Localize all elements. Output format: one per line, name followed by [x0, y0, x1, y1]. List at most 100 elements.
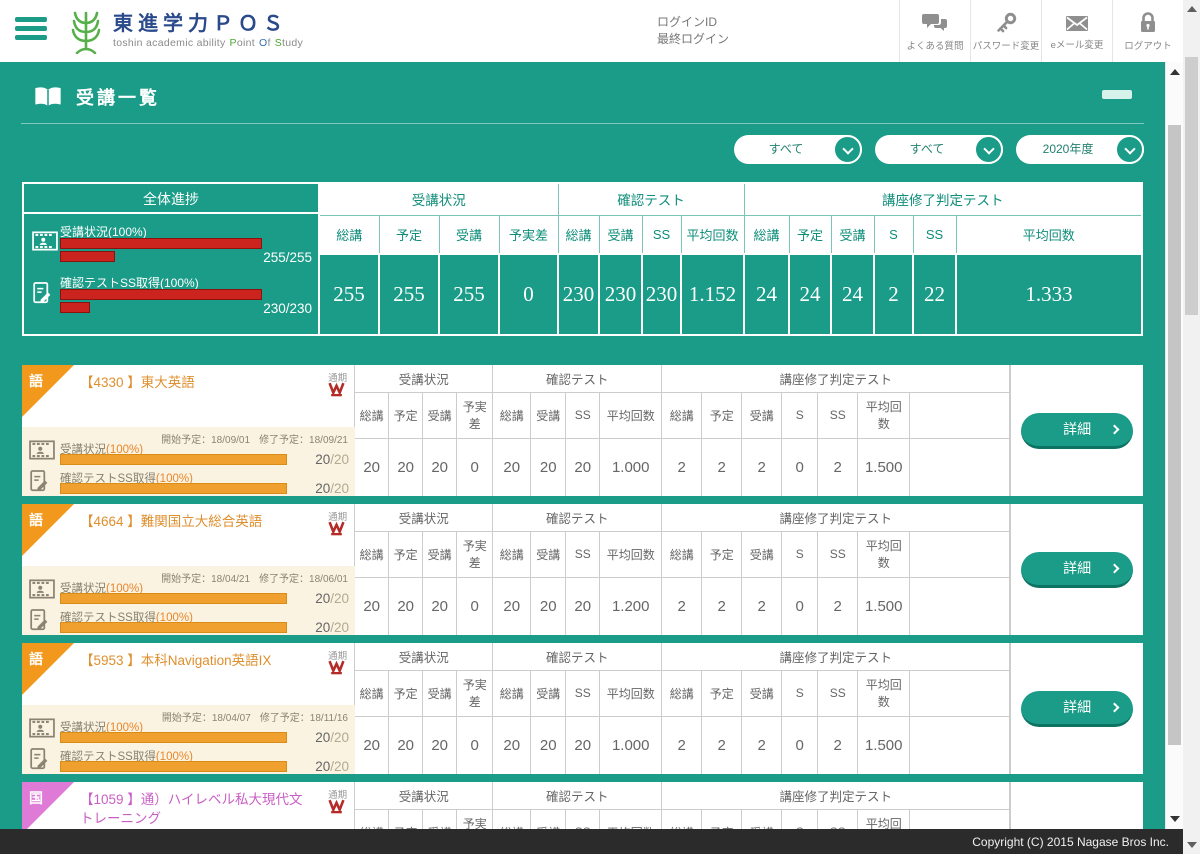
stat-value: 20	[355, 716, 389, 774]
col-header: 受講	[531, 392, 566, 438]
subject-corner: 語	[22, 504, 74, 556]
change-password-button[interactable]: パスワード変更	[970, 0, 1041, 62]
col-header: 予実差	[457, 531, 493, 577]
collapse-section-button[interactable]	[1102, 90, 1132, 99]
stat-value: 1.333	[956, 254, 1142, 335]
schedule-dates: 開始予定：18/04/21修了予定：18/06/01	[161, 570, 348, 585]
stat-value: 1.500	[858, 716, 910, 774]
inner-scrollbar[interactable]	[1165, 62, 1183, 829]
progress-fraction: 20/20	[315, 620, 349, 635]
subject-corner: 語	[22, 643, 74, 695]
col-header: SS	[566, 392, 600, 438]
stat-value: 20	[423, 577, 457, 635]
stat-value: 1.500	[858, 577, 910, 635]
stat-value: 20	[423, 716, 457, 774]
top-bar: 東進学力ＰＯＳ toshin academic abilityPointOfSt…	[0, 0, 1183, 62]
course-card: 語 【4664 】難関国立大総合英語 通期 開始予定：18/04/21修了予定：…	[22, 504, 354, 635]
stat-value: 2	[818, 438, 858, 496]
progress-bars	[60, 238, 262, 264]
stat-value: 24	[831, 254, 874, 335]
col-header: 予定	[702, 670, 742, 716]
stat-value: 20	[566, 438, 600, 496]
stat-value: 0	[782, 716, 818, 774]
detail-button[interactable]: 詳細	[1021, 552, 1133, 588]
col-header: 受講	[423, 531, 457, 577]
overall-progress-title: 全体進捗	[24, 184, 318, 214]
course-row: 語 【4664 】難関国立大総合英語 通期 開始予定：18/04/21修了予定：…	[22, 504, 1143, 635]
outer-scrollbar[interactable]	[1183, 0, 1200, 854]
mail-icon	[1064, 12, 1090, 34]
filter-subject-select[interactable]: すべて	[734, 135, 862, 164]
stat-value: 24	[789, 254, 831, 335]
scroll-down-arrow-icon[interactable]	[1170, 816, 1180, 822]
brand-text: 東進学力ＰＯＳ toshin academic abilityPointOfSt…	[113, 8, 303, 49]
crown-icon	[328, 799, 345, 814]
col-header: SS	[566, 531, 600, 577]
subject-label: 語	[29, 510, 43, 530]
col-header: 受講	[531, 531, 566, 577]
stat-value: 2	[662, 438, 702, 496]
inner-scrollbar-thumb[interactable]	[1168, 125, 1181, 745]
faq-button[interactable]: よくある質問	[899, 0, 970, 62]
brand-title: 東進学力ＰＯＳ	[113, 13, 303, 35]
col-header: 総講	[355, 670, 389, 716]
stat-value: 1.000	[600, 716, 662, 774]
footer: Copyright (C) 2015 Nagase Bros Inc.	[0, 829, 1183, 854]
copyright-text: Copyright (C) 2015 Nagase Bros Inc.	[972, 835, 1169, 849]
progress-bar	[60, 732, 287, 743]
detail-button[interactable]: 詳細	[1021, 413, 1133, 449]
stat-value: 0	[457, 577, 493, 635]
filter-status-select[interactable]: すべて	[875, 135, 1003, 164]
menu-icon[interactable]	[15, 17, 47, 44]
progress-fraction: 20/20	[315, 730, 349, 745]
detail-cell: 詳細	[1010, 365, 1143, 496]
col-group-header: 確認テスト	[493, 365, 662, 392]
tree-logo-icon	[66, 8, 106, 54]
stat-value: 20	[423, 438, 457, 496]
col-header: 予実差	[457, 670, 493, 716]
progress-fraction: 20/20	[315, 759, 349, 774]
stat-value: 0	[782, 438, 818, 496]
stat-value: 0	[499, 254, 558, 335]
col-header: 平均回数	[858, 531, 910, 577]
progress-fraction: 20/20	[315, 481, 349, 496]
stat-value: 22	[913, 254, 956, 335]
top-action-buttons: よくある質問 パスワード変更	[899, 0, 1183, 62]
book-icon	[33, 85, 63, 110]
progress-bar	[60, 622, 287, 633]
col-group-header: 確認テスト	[493, 643, 662, 670]
stat-value: 20	[355, 438, 389, 496]
spacer-cell	[910, 531, 1010, 577]
col-header: 予定	[389, 670, 423, 716]
change-email-button[interactable]: eメール変更	[1041, 0, 1112, 62]
stat-value: 20	[566, 577, 600, 635]
col-group-header: 講座修了判定テスト	[662, 782, 1010, 809]
progress-bars	[60, 289, 262, 315]
col-header: 総講	[493, 670, 531, 716]
stat-value: 2	[702, 438, 742, 496]
scroll-down-arrow-icon[interactable]	[1187, 842, 1197, 848]
stat-value: 1.152	[681, 254, 744, 335]
subject-corner: 語	[22, 365, 74, 417]
col-group-header: 受講状況	[355, 643, 493, 670]
col-group-header: 確認テスト	[558, 183, 744, 215]
logout-button[interactable]: ログアウト	[1112, 0, 1183, 62]
col-header: 受講	[531, 670, 566, 716]
course-progress-panel: 開始予定：18/09/01修了予定：18/09/21 受講状況(100%) 20…	[22, 427, 355, 496]
action-label: eメール変更	[1051, 37, 1104, 51]
chevron-right-icon	[1110, 702, 1120, 712]
col-header: 総講	[493, 392, 531, 438]
col-header: 受講	[742, 670, 782, 716]
col-header: 予定	[389, 392, 423, 438]
filter-year-select[interactable]: 2020年度	[1016, 135, 1144, 164]
col-header: 総講	[558, 215, 599, 254]
outer-scrollbar-thumb[interactable]	[1185, 57, 1198, 315]
course-stats-table: 受講状況確認テスト講座修了判定テスト 総講予定受講予実差総講受講SS平均回数総講…	[354, 643, 1010, 774]
scroll-up-arrow-icon[interactable]	[1187, 6, 1197, 12]
col-group-header: 講座修了判定テスト	[662, 643, 1010, 670]
detail-button[interactable]: 詳細	[1021, 691, 1133, 727]
crown-icon	[328, 660, 345, 675]
test-doc-icon	[32, 281, 53, 305]
stat-value: 0	[782, 577, 818, 635]
scroll-up-arrow-icon[interactable]	[1170, 69, 1180, 75]
